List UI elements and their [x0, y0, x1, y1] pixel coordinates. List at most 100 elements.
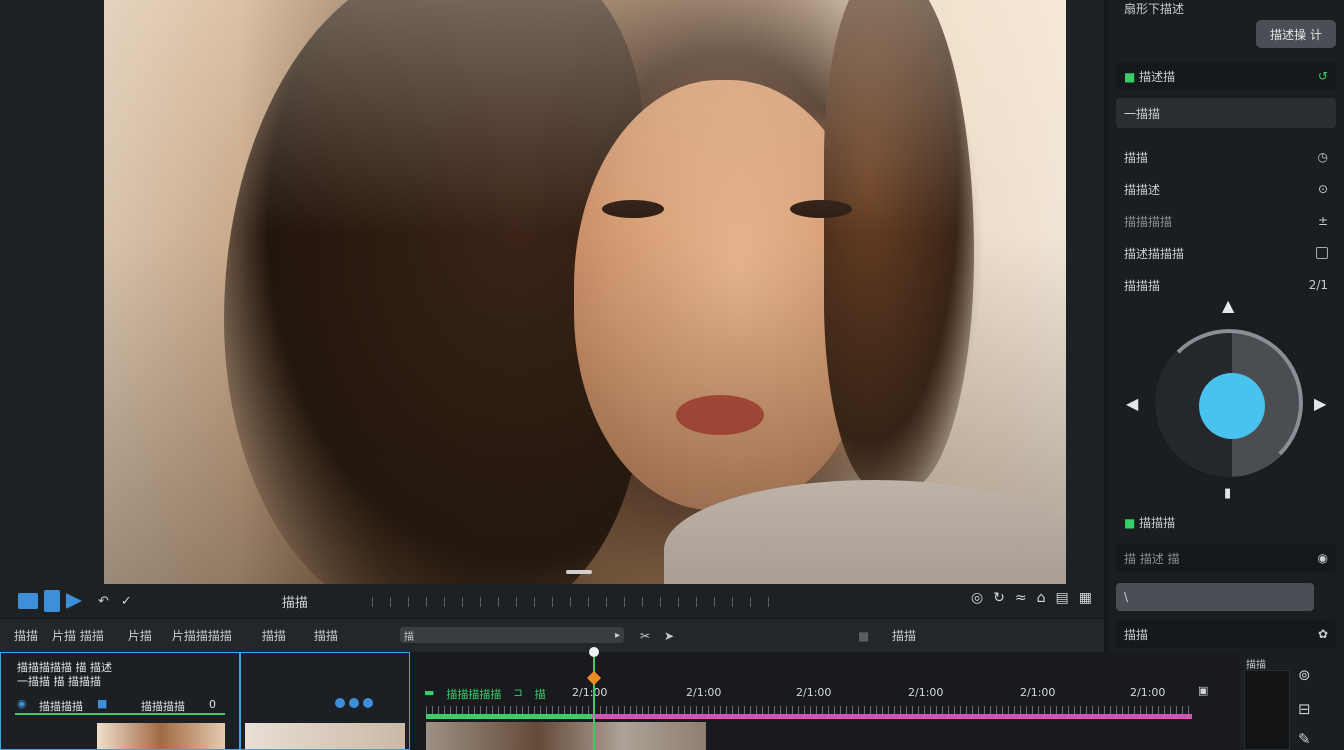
- lock-icon[interactable]: ▮: [1224, 486, 1231, 501]
- color-section[interactable]: ■ 描描描: [1116, 508, 1336, 536]
- split-icon[interactable]: ⊟: [1298, 700, 1311, 718]
- timecode: 2/1:00: [796, 686, 832, 699]
- apply-button[interactable]: 描述操 计: [1256, 20, 1336, 48]
- toolbar-item[interactable]: 片描: [128, 627, 152, 644]
- clip-tag-2: 描描描描: [141, 700, 185, 713]
- viewer-controls: ◎ ↻ ≈ ⌂ ▤ ▦: [971, 590, 1092, 606]
- clip-status-dots: [335, 698, 373, 708]
- play-icon[interactable]: [66, 593, 82, 609]
- property-row-5[interactable]: 描描描 2/1: [1116, 271, 1336, 299]
- playhead-handle[interactable]: [589, 647, 599, 657]
- cut-icon[interactable]: ✂: [640, 629, 650, 643]
- arrow-left-icon[interactable]: ◀: [1126, 394, 1138, 413]
- viewer-left-margin: [0, 0, 104, 584]
- window-icon[interactable]: [18, 593, 38, 609]
- toolbar-item[interactable]: 描描: [262, 627, 286, 644]
- video-preview[interactable]: [104, 0, 1066, 584]
- property-row-1[interactable]: 描描 ◷: [1116, 143, 1336, 171]
- property-value: 2/1: [1308, 278, 1328, 292]
- color-wheel[interactable]: [1152, 326, 1306, 480]
- plus-minus-icon[interactable]: ±: [1318, 214, 1328, 228]
- clip-card[interactable]: 描描描描描 描 描述 一描描 描 描描描 ◉ 描描描描 ■ 描描描描 0: [0, 652, 240, 750]
- panel-header-text: 扇形下描述: [1124, 1, 1185, 16]
- arrow-right-icon[interactable]: ▶: [1314, 394, 1326, 413]
- mini-preview: [1244, 670, 1290, 750]
- effects-icon: ■: [1124, 69, 1136, 84]
- blank-icon[interactable]: ■: [858, 629, 869, 643]
- track-label-2: 描: [534, 688, 546, 701]
- snap-icon[interactable]: ⊚: [1298, 666, 1311, 684]
- property-label: 描描描描: [1124, 214, 1173, 229]
- clip-subtitle: 一描描 描 描描描: [17, 675, 101, 688]
- layout-icon[interactable]: ▤: [1056, 590, 1069, 606]
- preview-scrub-handle[interactable]: [566, 570, 592, 574]
- clip-count: 0: [209, 698, 216, 711]
- record-icon[interactable]: ◉: [1318, 551, 1328, 565]
- settings-icon[interactable]: ✿: [1318, 627, 1328, 641]
- field-1-label: 描 描述 描: [1124, 551, 1180, 566]
- time-ruler[interactable]: [426, 706, 1192, 714]
- track-label: 描描描描描: [446, 688, 502, 701]
- field-2[interactable]: \: [1116, 583, 1314, 611]
- track-pink[interactable]: [592, 714, 1192, 719]
- timecode: 2/1:00: [686, 686, 722, 699]
- target-icon[interactable]: ⊙: [1318, 182, 1328, 196]
- reset-green-icon[interactable]: ↺: [1318, 69, 1328, 83]
- viewer-right-margin: [1066, 0, 1104, 584]
- timecode: 2/1:00: [908, 686, 944, 699]
- effects-section[interactable]: ■ 描述描 ↺: [1116, 62, 1336, 90]
- trailing-label: 描描: [892, 629, 917, 643]
- grid-icon[interactable]: ▦: [1079, 590, 1092, 606]
- track-icon: ▬: [424, 686, 435, 699]
- toolbar-item[interactable]: 描描: [14, 627, 38, 644]
- timeline[interactable]: ▬ 描描描描描 ⊐ 描 2/1:00 2/1:00 2/1:00 2/1:00 …: [410, 652, 1240, 750]
- track-header: ▬ 描描描描描 ⊐ 描: [424, 686, 546, 702]
- field-2-label: \: [1124, 590, 1129, 604]
- field-1[interactable]: 描 描述 描 ◉: [1116, 544, 1336, 572]
- jog-ruler[interactable]: [372, 597, 772, 607]
- field-3[interactable]: 描描 ✿: [1116, 620, 1336, 648]
- marker-icon[interactable]: ▣: [1198, 684, 1208, 697]
- undo-icon[interactable]: ↶: [98, 594, 109, 609]
- toolbar-item[interactable]: 片描 描描: [52, 627, 104, 644]
- center-label: 描描: [281, 595, 308, 611]
- home-icon[interactable]: ⌂: [1037, 590, 1046, 606]
- side-panel: 描描 ⊚ ⊟ ✎: [1240, 652, 1344, 750]
- timecode: 2/1:00: [1020, 686, 1056, 699]
- pen-icon[interactable]: ➤: [664, 629, 674, 643]
- clip-thumbnail: [97, 723, 225, 749]
- property-label: 描描: [1124, 150, 1149, 165]
- checkbox-icon[interactable]: [1316, 247, 1328, 259]
- clip-badge-icon: ■: [97, 697, 108, 710]
- toolbar-item[interactable]: 片描描描描: [172, 627, 232, 644]
- filmstrip: [426, 722, 706, 750]
- arrow-up-icon[interactable]: ▲: [1222, 296, 1234, 315]
- clip-thumbnail-2: [245, 723, 405, 749]
- refresh-icon[interactable]: ↻: [993, 590, 1005, 606]
- tune-icon[interactable]: ≈: [1015, 590, 1027, 606]
- playback-toolbar: ↶ ✓ 描描 ◎ ↻ ≈ ⌂ ▤ ▦: [0, 584, 1104, 618]
- toolbar-item[interactable]: 描描: [314, 627, 338, 644]
- property-row-4[interactable]: 描述描描描: [1116, 239, 1336, 267]
- wheel-knob[interactable]: [1199, 373, 1265, 439]
- property-label: 描述描描描: [1124, 246, 1185, 261]
- clip-radio-icon[interactable]: ◉: [17, 697, 27, 710]
- pencil-icon[interactable]: ✎: [1298, 730, 1311, 748]
- color-section-label: 描描描: [1139, 515, 1176, 530]
- track-green[interactable]: [426, 714, 592, 719]
- property-row-3[interactable]: 描描描描 ±: [1116, 207, 1336, 235]
- preset-dropdown[interactable]: 一描描: [1116, 98, 1336, 128]
- clip-icon[interactable]: [44, 590, 60, 612]
- check-icon[interactable]: ✓: [121, 594, 132, 609]
- playhead[interactable]: [593, 650, 595, 750]
- light-haze: [104, 0, 1066, 584]
- clock-icon[interactable]: ◷: [1318, 150, 1328, 164]
- clip-name-field[interactable]: 描 ▸: [400, 627, 624, 643]
- property-label: 描描描: [1124, 278, 1161, 293]
- property-row-2[interactable]: 描描述 ⊙: [1116, 175, 1336, 203]
- clip-name-value: 描: [404, 631, 414, 643]
- clip-card-2[interactable]: [240, 652, 410, 750]
- circle-icon[interactable]: ◎: [971, 590, 983, 606]
- preset-dropdown-value: 一描描: [1124, 106, 1161, 121]
- track-link-icon[interactable]: ⊐: [513, 686, 522, 702]
